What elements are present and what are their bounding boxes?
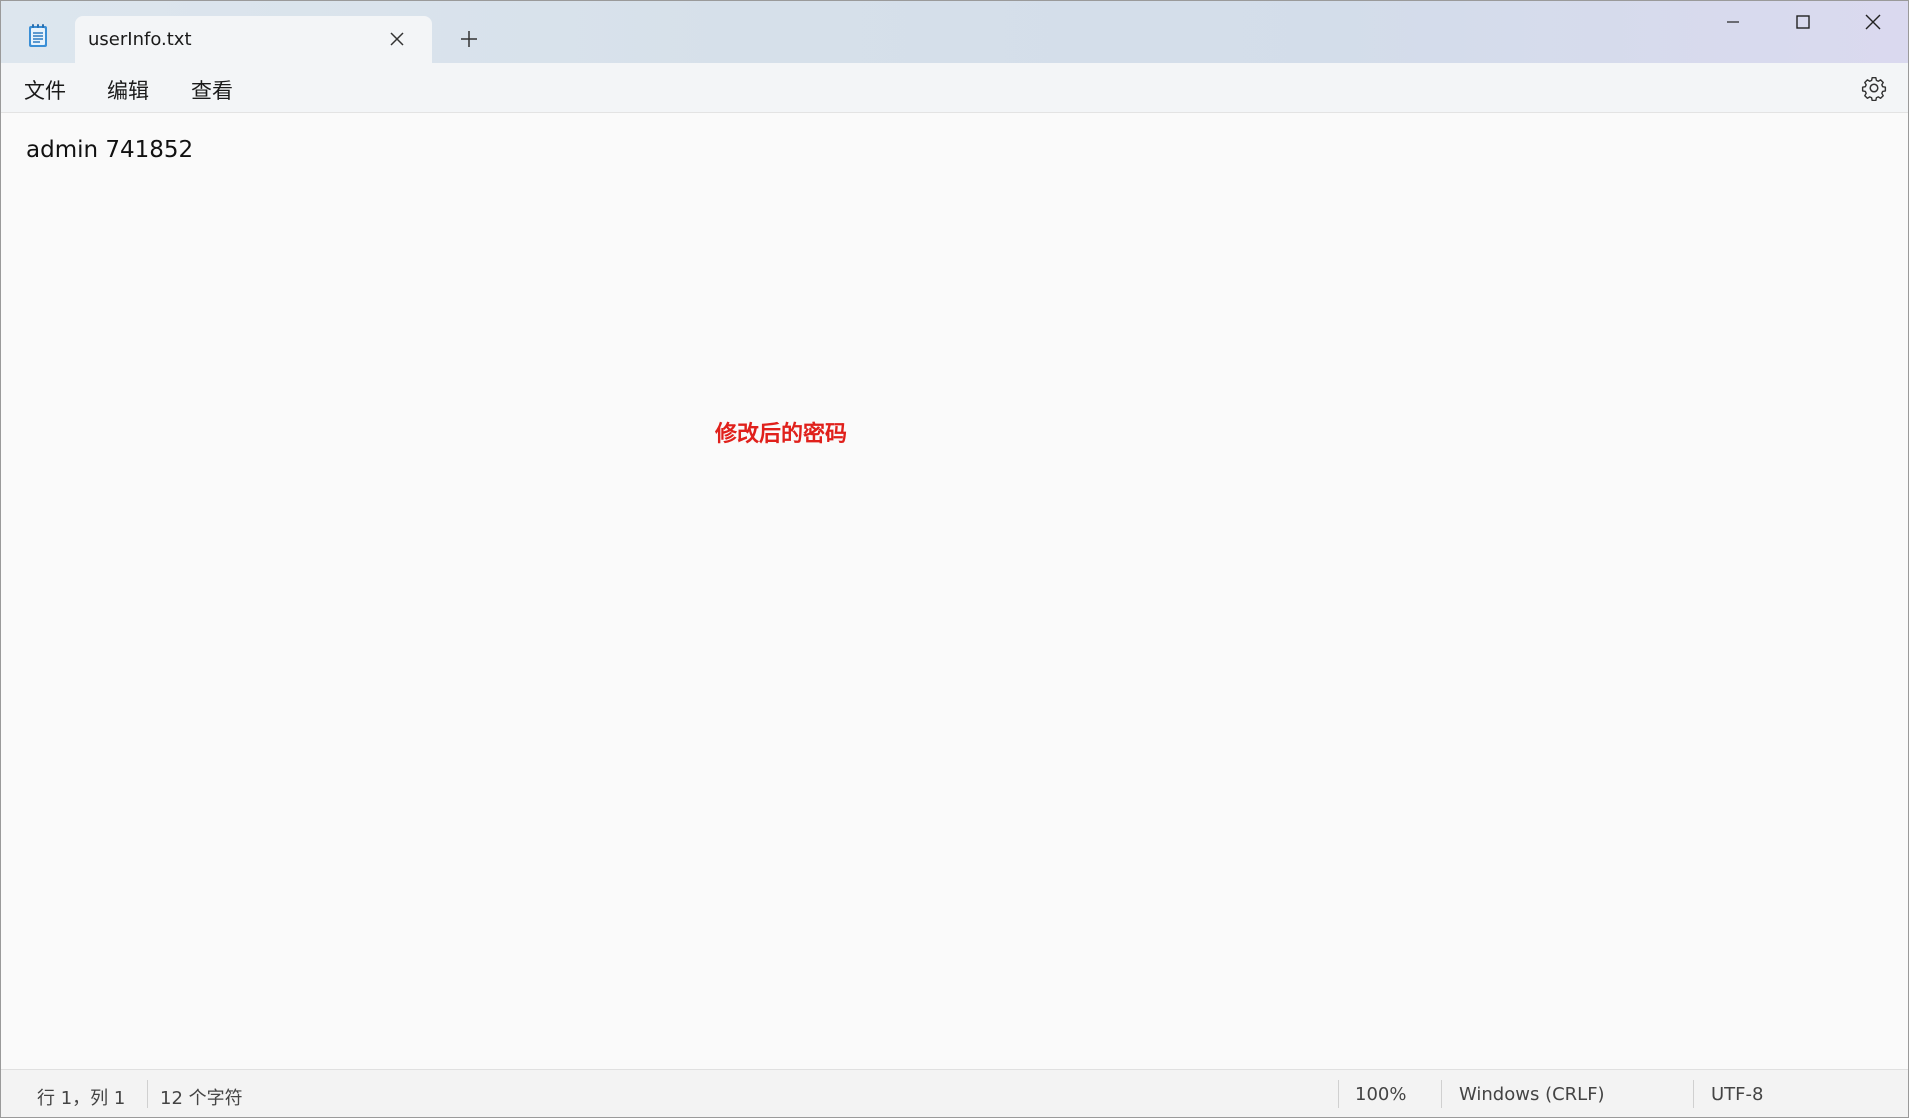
cursor-position: 行 1，列 1 [37, 1088, 126, 1109]
divider [1338, 1080, 1339, 1108]
status-bar: 行 1，列 1 12 个字符 100% Windows (CRLF) UTF-8 [1, 1069, 1908, 1117]
close-window-button[interactable] [1838, 1, 1908, 47]
divider [1441, 1080, 1442, 1108]
close-icon[interactable] [387, 29, 407, 49]
zoom-level[interactable]: 100% [1355, 1084, 1406, 1105]
maximize-button[interactable] [1768, 1, 1838, 47]
tab-userinfo[interactable]: userInfo.txt [75, 16, 432, 63]
character-count: 12 个字符 [160, 1088, 243, 1109]
menu-edit[interactable]: 编辑 [103, 73, 153, 107]
menu-file[interactable]: 文件 [20, 73, 70, 107]
maximize-icon [1795, 14, 1811, 34]
text-editor[interactable]: admin 741852 修改后的密码 [1, 113, 1908, 1069]
notepad-icon [25, 23, 51, 49]
minimize-icon [1725, 14, 1741, 34]
editor-content[interactable]: admin 741852 [26, 137, 193, 163]
plus-icon[interactable] [457, 27, 481, 51]
tab-title: userInfo.txt [88, 29, 192, 50]
line-ending[interactable]: Windows (CRLF) [1459, 1084, 1605, 1105]
encoding[interactable]: UTF-8 [1711, 1084, 1763, 1105]
close-icon [1864, 13, 1882, 35]
title-bar[interactable]: userInfo.txt [1, 1, 1908, 63]
menu-view[interactable]: 查看 [187, 73, 237, 107]
divider [1693, 1080, 1694, 1108]
notepad-window: userInfo.txt 文件 编辑 查看 admin 741852 修改后的密… [0, 0, 1909, 1118]
annotation-label: 修改后的密码 [715, 422, 848, 447]
minimize-button[interactable] [1698, 1, 1768, 47]
menu-bar: 文件 编辑 查看 [1, 63, 1908, 113]
gear-icon[interactable] [1861, 75, 1887, 102]
divider [147, 1080, 148, 1108]
